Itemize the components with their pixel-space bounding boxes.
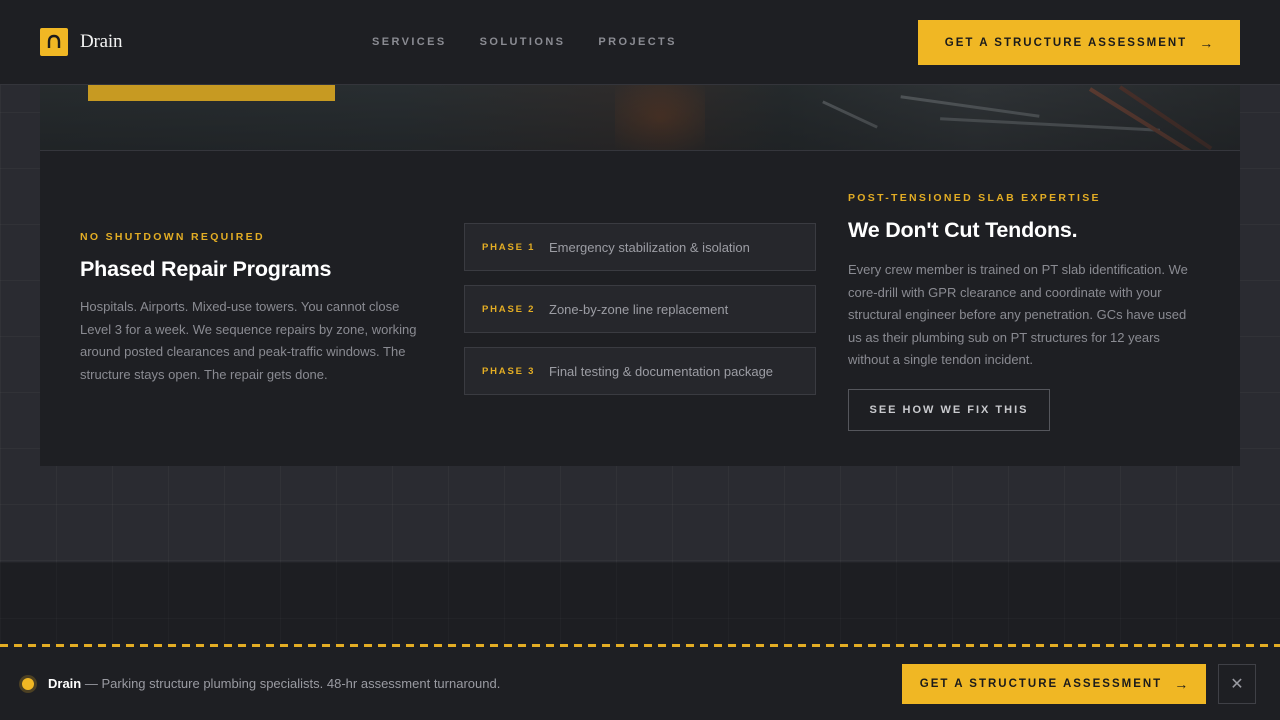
header-assessment-label: GET A STRUCTURE ASSESSMENT bbox=[944, 36, 1188, 49]
phased-eyebrow: NO SHUTDOWN REQUIRED bbox=[80, 231, 265, 243]
nav-projects[interactable]: PROJECTS bbox=[598, 36, 677, 48]
dashed-divider bbox=[0, 644, 1280, 647]
close-icon: ✕ bbox=[1230, 676, 1244, 693]
bottom-assessment-button[interactable]: GET A STRUCTURE ASSESSMENT → bbox=[902, 664, 1206, 704]
brand-name: Drain bbox=[80, 31, 123, 52]
bottom-bar-message: Drain — Parking structure plumbing speci… bbox=[48, 676, 500, 691]
phase-item: PHASE 3 Final testing & documentation pa… bbox=[464, 347, 816, 395]
bottom-bar-text: — Parking structure plumbing specialists… bbox=[81, 676, 501, 691]
phase-item: PHASE 1 Emergency stabilization & isolat… bbox=[464, 223, 816, 271]
header-assessment-button[interactable]: GET A STRUCTURE ASSESSMENT → bbox=[918, 20, 1240, 65]
arrow-right-icon: → bbox=[1174, 676, 1189, 692]
phase-text: Zone-by-zone line replacement bbox=[549, 301, 729, 317]
phase-tag: PHASE 2 bbox=[482, 303, 536, 315]
expertise-body: Every crew member is trained on PT slab … bbox=[848, 262, 1188, 367]
hero-button-edge[interactable] bbox=[88, 85, 335, 101]
nav-solutions[interactable]: SOLUTIONS bbox=[480, 36, 566, 48]
site-header: Drain SERVICES SOLUTIONS PROJECTS GET A … bbox=[0, 0, 1280, 85]
close-bar-button[interactable]: ✕ bbox=[1218, 664, 1256, 704]
bottom-assessment-label: GET A STRUCTURE ASSESSMENT bbox=[919, 678, 1163, 690]
pt-expertise-section: POST-TENSIONED SLAB EXPERTISE We Don't C… bbox=[848, 192, 1200, 431]
phased-repair-section: NO SHUTDOWN REQUIRED Phased Repair Progr… bbox=[80, 231, 425, 386]
main-nav: SERVICES SOLUTIONS PROJECTS bbox=[372, 36, 677, 48]
arrow-right-icon: → bbox=[1199, 34, 1214, 51]
repair-panel: NO SHUTDOWN REQUIRED Phased Repair Progr… bbox=[40, 150, 1240, 466]
phase-text: Final testing & documentation package bbox=[549, 363, 774, 379]
phase-list: PHASE 1 Emergency stabilization & isolat… bbox=[464, 223, 816, 409]
logo-arch-icon bbox=[40, 28, 68, 56]
phase-tag: PHASE 3 bbox=[482, 365, 536, 377]
bottom-bar-brand: Drain bbox=[48, 676, 82, 691]
expertise-title: We Don't Cut Tendons. bbox=[848, 218, 1078, 242]
sticky-bottom-bar: Drain — Parking structure plumbing speci… bbox=[0, 644, 1280, 720]
brand-logo[interactable]: Drain bbox=[40, 28, 122, 56]
see-how-we-fix-button[interactable]: SEE HOW WE FIX THIS bbox=[848, 388, 1050, 431]
status-dot-icon bbox=[22, 678, 34, 690]
hero-image bbox=[40, 85, 1240, 150]
phase-text: Emergency stabilization & isolation bbox=[549, 239, 750, 255]
phase-tag: PHASE 1 bbox=[482, 241, 536, 253]
phased-body: Hospitals. Airports. Mixed-use towers. Y… bbox=[80, 299, 417, 382]
phase-item: PHASE 2 Zone-by-zone line replacement bbox=[464, 285, 816, 333]
expertise-eyebrow: POST-TENSIONED SLAB EXPERTISE bbox=[848, 192, 1101, 204]
phased-title: Phased Repair Programs bbox=[80, 257, 332, 281]
nav-services[interactable]: SERVICES bbox=[372, 36, 447, 48]
